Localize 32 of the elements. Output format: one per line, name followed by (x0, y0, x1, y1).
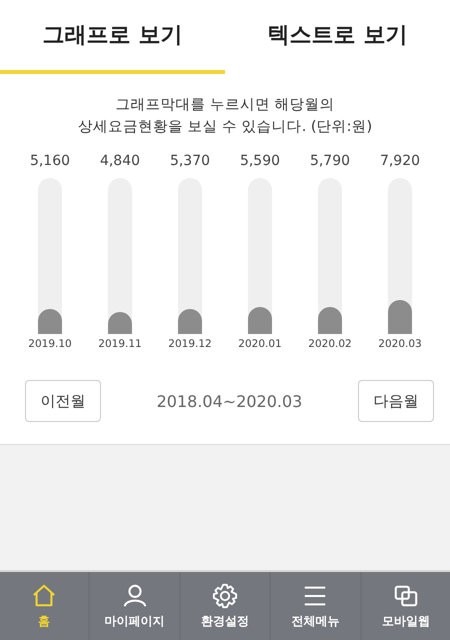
instruction-text: 그래프막대를 누르시면 해당월의 (115, 96, 335, 115)
home-icon (31, 582, 58, 608)
amount-label: 5,590 (240, 152, 280, 170)
bar-track[interactable] (248, 178, 272, 334)
month-label: 2019.12 (168, 338, 212, 350)
windows-icon (392, 582, 419, 608)
amount-label: 7,920 (380, 152, 420, 170)
bar-track[interactable] (318, 178, 342, 334)
bar-track[interactable] (38, 178, 62, 334)
bar-track[interactable] (388, 178, 412, 334)
nav-item[interactable]: 모바일웹 (362, 572, 450, 640)
amount-label: 5,790 (310, 152, 350, 170)
amount-label: 5,160 (30, 152, 70, 170)
period-range: 2018.04~2020.03 (156, 392, 302, 410)
month-label: 2020.03 (378, 338, 422, 350)
settings-icon (212, 582, 238, 608)
month-label: 2019.10 (28, 338, 72, 350)
instruction-text: 상세요금현황을 보실 수 있습니다. (단위:원) (78, 118, 372, 137)
amount-label: 4,840 (100, 152, 140, 170)
person-icon (122, 582, 148, 608)
nav-item[interactable]: 마이페이지 (90, 572, 179, 640)
nav-item[interactable]: 전체메뉴 (271, 572, 360, 640)
nav-item[interactable]: 홈 (0, 572, 88, 640)
next-month-button[interactable]: 다음월 (358, 380, 434, 422)
bar-track[interactable] (178, 178, 202, 334)
previous-month-button[interactable]: 이전월 (25, 380, 101, 422)
amount-label: 5,370 (170, 152, 210, 170)
month-label: 2019.11 (98, 338, 142, 350)
bar-track[interactable] (108, 178, 132, 334)
month-label: 2020.01 (238, 338, 282, 350)
nav-item[interactable]: 환경설정 (180, 572, 270, 640)
month-label: 2020.02 (308, 338, 352, 350)
